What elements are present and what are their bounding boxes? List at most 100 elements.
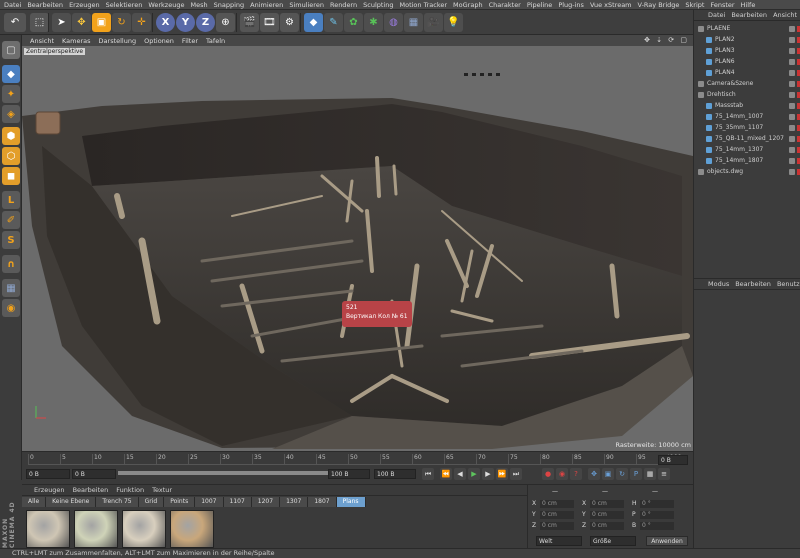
go-to-end-icon[interactable]: ⏭	[510, 468, 522, 480]
undo-icon[interactable]: ↶	[4, 13, 26, 32]
prev-frame-icon[interactable]: ◀	[454, 468, 466, 480]
camera-icon[interactable]: 🎥	[424, 13, 443, 32]
object-row[interactable]: PLAN6	[694, 57, 800, 67]
pos-z-field[interactable]: 0 cm	[540, 522, 574, 530]
preview-end-field[interactable]: 100 B	[374, 469, 416, 479]
viewport-navigation-icons[interactable]: ✥ ⇣ ⟳ ▢	[644, 36, 689, 44]
pla-key-icon[interactable]: ▦	[644, 468, 656, 480]
render-view-icon[interactable]: 🎬	[240, 13, 259, 32]
material-swatch[interactable]	[26, 510, 70, 548]
menu-datei[interactable]: Datei	[4, 1, 21, 9]
render-picture-viewer-icon[interactable]: 🎞	[260, 13, 279, 32]
rot-h-field[interactable]: 0 °	[640, 500, 674, 508]
rot-b-field[interactable]: 0 °	[640, 522, 674, 530]
material-tab[interactable]: Plans	[336, 497, 366, 507]
object-row[interactable]: objects.dwg	[694, 167, 800, 177]
object-row[interactable]: 75_14mm_1307	[694, 145, 800, 155]
menu-mograph[interactable]: MoGraph	[453, 1, 483, 9]
menu-charakter[interactable]: Charakter	[489, 1, 521, 9]
material-tab[interactable]: 1007	[195, 497, 224, 507]
select-arrow-icon[interactable]: ➤	[52, 13, 71, 32]
viewport-menu-kameras[interactable]: Kameras	[62, 37, 91, 45]
prev-key-icon[interactable]: ⏪	[440, 468, 452, 480]
subdivision-icon[interactable]: ✿	[344, 13, 363, 32]
current-frame-field[interactable]: 0 B	[26, 469, 70, 479]
object-row[interactable]: 75_QB-11_mixed_1207	[694, 134, 800, 144]
material-menu-bearbeiten[interactable]: Bearbeiten	[73, 486, 109, 494]
scale-icon[interactable]: ▣	[92, 13, 111, 32]
object-row[interactable]: PLAN2	[694, 35, 800, 45]
cube-icon[interactable]: ◆	[304, 13, 323, 32]
material-tab[interactable]: 1807	[308, 497, 337, 507]
grid-icon[interactable]: ▦	[2, 279, 20, 297]
visibility-check-icon[interactable]	[789, 125, 795, 131]
pos-x-field[interactable]: 0 cm	[540, 500, 574, 508]
menu-fenster[interactable]: Fenster	[710, 1, 734, 9]
rot-p-field[interactable]: 0 °	[640, 511, 674, 519]
visibility-check-icon[interactable]	[789, 103, 795, 109]
position-key-icon[interactable]: ✥	[588, 468, 600, 480]
material-tab[interactable]: Keine Ebene	[46, 497, 97, 507]
record-icon[interactable]: ●	[542, 468, 554, 480]
material-tab[interactable]: Points	[164, 497, 196, 507]
object-menu-ansicht[interactable]: Ansicht	[773, 11, 797, 19]
start-frame-field[interactable]: 0 B	[72, 469, 116, 479]
y-axis-button[interactable]: Y	[176, 13, 195, 32]
material-tab[interactable]: Alle	[22, 497, 47, 507]
visibility-check-icon[interactable]	[789, 59, 795, 65]
tweak-icon[interactable]: ✐	[2, 211, 20, 229]
floor-icon[interactable]: ▦	[404, 13, 423, 32]
attr-menu-benutzer[interactable]: Benutzer	[777, 280, 800, 288]
texture-mode-icon[interactable]: ✦	[2, 85, 20, 103]
menu-sculpting[interactable]: Sculpting	[363, 1, 393, 9]
transform-icon[interactable]: ✛	[132, 13, 151, 32]
material-tab[interactable]: Grid	[138, 497, 165, 507]
visibility-check-icon[interactable]	[789, 136, 795, 142]
z-axis-button[interactable]: Z	[196, 13, 215, 32]
points-mode-icon[interactable]: ⬢	[2, 127, 20, 145]
rotation-key-icon[interactable]: ↻	[616, 468, 628, 480]
viewport-menu-tafeln[interactable]: Tafeln	[206, 37, 225, 45]
visibility-check-icon[interactable]	[789, 147, 795, 153]
polygons-mode-icon[interactable]: ◼	[2, 167, 20, 185]
move-icon[interactable]: ✥	[72, 13, 91, 32]
menu-pipeline[interactable]: Pipeline	[527, 1, 552, 9]
visibility-check-icon[interactable]	[789, 92, 795, 98]
object-row[interactable]: Camera&Szene	[694, 79, 800, 89]
menu-plug-ins[interactable]: Plug-ins	[558, 1, 584, 9]
attr-menu-bearbeiten[interactable]: Bearbeiten	[735, 280, 771, 288]
keyframe-selection-icon[interactable]: ?	[570, 468, 582, 480]
object-row[interactable]: 75_35mm_1107	[694, 123, 800, 133]
timeline-ruler[interactable]: 0510152025303540455055606570758085909510…	[28, 454, 681, 465]
menu-erzeugen[interactable]: Erzeugen	[69, 1, 100, 9]
material-tab[interactable]: 1207	[251, 497, 281, 507]
live-selection-icon[interactable]: ⬚	[30, 13, 49, 32]
workplane-icon[interactable]: ◈	[2, 105, 20, 123]
material-menu-erzeugen[interactable]: Erzeugen	[34, 486, 65, 494]
scale-key-icon[interactable]: ▣	[602, 468, 614, 480]
object-row[interactable]: Massstab	[694, 101, 800, 111]
menu-rendern[interactable]: Rendern	[330, 1, 357, 9]
object-row[interactable]: PLAN4	[694, 68, 800, 78]
menu-simulieren[interactable]: Simulieren	[289, 1, 324, 9]
menu-bearbeiten[interactable]: Bearbeiten	[27, 1, 63, 9]
menu-vue-xstream[interactable]: Vue xStream	[590, 1, 632, 9]
menu-selektieren[interactable]: Selektieren	[106, 1, 143, 9]
apply-button[interactable]: Anwenden	[646, 536, 688, 546]
size-z-field[interactable]: 0 cm	[590, 522, 624, 530]
viewport-menu-optionen[interactable]: Optionen	[144, 37, 174, 45]
coord-mode-select[interactable]: Welt	[536, 536, 582, 546]
menu-skript[interactable]: Skript	[685, 1, 704, 9]
menu-motion-tracker[interactable]: Motion Tracker	[399, 1, 447, 9]
pen-spline-icon[interactable]: ✎	[324, 13, 343, 32]
magnet-icon[interactable]: ∩	[2, 255, 20, 273]
make-editable-icon[interactable]: ▢	[2, 41, 20, 59]
size-y-field[interactable]: 0 cm	[590, 511, 624, 519]
go-to-start-icon[interactable]: ⏮	[422, 468, 434, 480]
material-tab[interactable]: 1107	[223, 497, 252, 507]
material-swatch[interactable]	[170, 510, 214, 548]
light-icon[interactable]: 💡	[444, 13, 463, 32]
visibility-check-icon[interactable]	[789, 158, 795, 164]
x-axis-button[interactable]: X	[156, 13, 175, 32]
coordinate-system-icon[interactable]: ⊕	[216, 13, 235, 32]
